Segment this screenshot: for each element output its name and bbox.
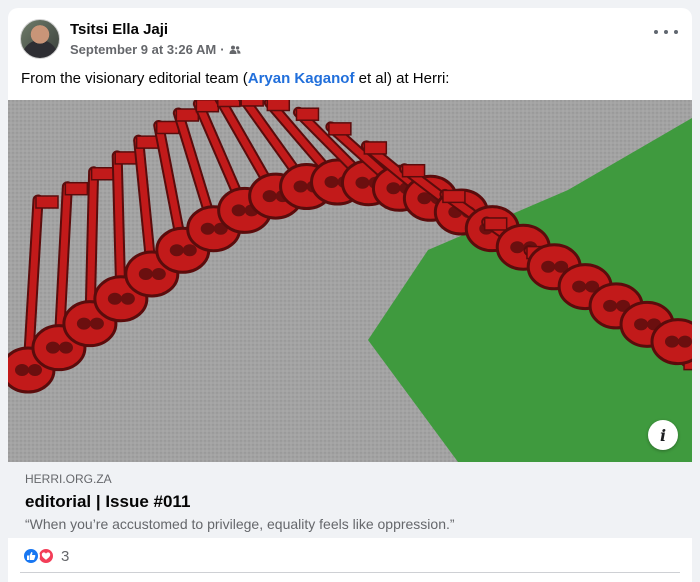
- link-preview-image[interactable]: i: [8, 100, 692, 462]
- mention-link[interactable]: Aryan Kaganof: [248, 70, 355, 87]
- post-subline: September 9 at 3:26 AM ·: [70, 42, 241, 57]
- reactions-summary[interactable]: 3: [22, 538, 69, 574]
- link-title: editorial | Issue #011: [25, 492, 191, 511]
- author-name[interactable]: Tsitsi Ella Jaji: [70, 20, 241, 39]
- link-description: “When you’re accustomed to privilege, eq…: [25, 516, 455, 532]
- dna-keys-illustration: [8, 100, 692, 462]
- reaction-count: 3: [61, 547, 70, 565]
- dot-icon: [674, 30, 678, 34]
- separator-dot: ·: [220, 42, 225, 57]
- author-avatar[interactable]: [20, 19, 60, 59]
- post-header: Tsitsi Ella Jaji September 9 at 3:26 AM …: [20, 19, 241, 59]
- info-glyph: i: [659, 425, 667, 445]
- info-icon[interactable]: i: [648, 420, 678, 450]
- more-options-button[interactable]: [654, 26, 678, 38]
- post-text-after: et al) at Herri:: [354, 70, 450, 87]
- post-text-before: From the visionary editorial team (: [21, 70, 248, 87]
- dot-icon: [664, 30, 668, 34]
- post-card: Tsitsi Ella Jaji September 9 at 3:26 AM …: [8, 8, 692, 582]
- post-meta: Tsitsi Ella Jaji September 9 at 3:26 AM …: [70, 19, 241, 59]
- like-icon: [22, 547, 40, 565]
- friends-icon[interactable]: [229, 44, 241, 56]
- divider: [20, 572, 680, 573]
- post-timestamp[interactable]: September 9 at 3:26 AM: [70, 42, 216, 57]
- dot-icon: [654, 30, 658, 34]
- link-preview[interactable]: HERRI.ORG.ZA editorial | Issue #011 “Whe…: [8, 462, 692, 538]
- link-domain: HERRI.ORG.ZA: [25, 472, 112, 486]
- post-text: From the visionary editorial team (Aryan…: [21, 69, 449, 89]
